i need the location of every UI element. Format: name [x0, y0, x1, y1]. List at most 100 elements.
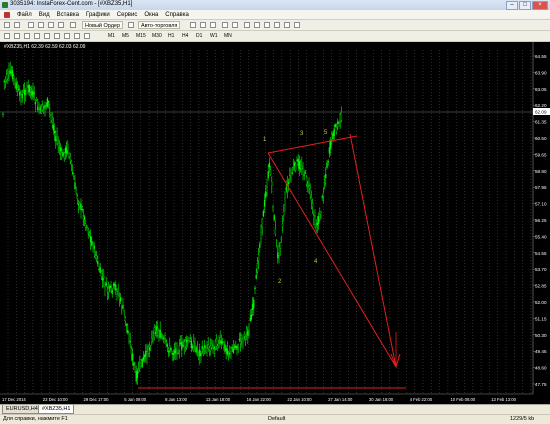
candle — [337, 121, 339, 124]
candle — [100, 271, 103, 277]
timeframe-m15[interactable]: M15 — [136, 33, 146, 39]
candle — [199, 349, 201, 357]
fibo-icon[interactable] — [54, 33, 60, 39]
new-order-button[interactable]: Новый Ордер — [82, 21, 124, 29]
timeframe-d1[interactable]: D1 — [196, 33, 202, 39]
menu-help[interactable]: Справка — [165, 12, 189, 18]
line-icon[interactable] — [34, 33, 40, 39]
auto-scroll-icon[interactable] — [264, 22, 270, 28]
metaeditor-icon[interactable] — [128, 22, 134, 28]
candle — [190, 340, 193, 348]
candle — [290, 170, 292, 176]
terminal-icon[interactable] — [58, 22, 64, 28]
new-chart-icon[interactable] — [4, 22, 10, 28]
candle — [268, 162, 271, 168]
timeframe-m30[interactable]: M30 — [152, 33, 162, 39]
candle — [104, 286, 106, 289]
vertical-line-icon[interactable] — [24, 33, 30, 39]
candle — [279, 242, 281, 249]
candle — [202, 350, 205, 355]
menu-tools[interactable]: Сервис — [117, 12, 138, 18]
menu-charts[interactable]: Графики — [86, 12, 110, 18]
menu-view[interactable]: Вид — [39, 12, 50, 18]
candle — [133, 362, 135, 366]
timeframe-h1[interactable]: H1 — [168, 33, 174, 39]
candle — [197, 352, 200, 354]
candle — [269, 169, 272, 175]
timeframe-mn[interactable]: MN — [224, 33, 232, 39]
candle — [23, 89, 26, 96]
price-label: 52.85 — [535, 284, 547, 289]
candle — [325, 173, 327, 178]
candle — [139, 362, 141, 364]
tester-icon[interactable] — [70, 22, 76, 28]
candle — [183, 341, 185, 348]
timeframe-m5[interactable]: M5 — [122, 33, 129, 39]
market-watch-icon[interactable] — [28, 22, 34, 28]
crosshair-icon[interactable] — [14, 33, 20, 39]
auto-trading-button[interactable]: Авто-торговля — [138, 21, 181, 29]
menu-window[interactable]: Окна — [144, 12, 158, 18]
candle — [327, 160, 329, 163]
zoom-in-icon[interactable] — [222, 22, 228, 28]
candle — [46, 98, 49, 107]
candle — [285, 187, 287, 191]
data-window-icon[interactable] — [38, 22, 44, 28]
candle — [41, 104, 44, 111]
cursor-icon[interactable] — [4, 33, 10, 39]
candle — [155, 326, 158, 331]
text-icon[interactable] — [64, 33, 70, 39]
chart-canvas[interactable]: 1 2 3 4 5 #XBZ35,H1 62.39 62.59 62.03 62… — [0, 42, 550, 404]
trend-line-upper[interactable] — [267, 135, 358, 154]
arrows-icon[interactable] — [84, 33, 90, 39]
candle — [278, 246, 280, 256]
candle — [224, 344, 226, 352]
price-label: 63.90 — [535, 70, 547, 75]
candle — [259, 244, 261, 248]
price-chart[interactable]: 1 2 3 4 5 #XBZ35,H1 62.39 62.59 62.03 62… — [0, 42, 550, 404]
candle — [163, 337, 165, 340]
candle — [231, 346, 233, 349]
candle — [323, 183, 326, 185]
menu-insert[interactable]: Вставка — [57, 12, 79, 18]
navigator-icon[interactable] — [48, 22, 54, 28]
tab-xbz35-h1[interactable]: #XBZ35,H1 — [38, 405, 75, 414]
minimize-icon[interactable]: – — [506, 1, 518, 10]
trend-line-drop[interactable] — [267, 152, 397, 368]
time-label: 13 Jan 18:00 — [206, 397, 231, 402]
candle-chart-icon[interactable] — [200, 22, 206, 28]
candle — [4, 79, 7, 82]
maximize-icon[interactable]: □ — [519, 1, 531, 10]
candle — [184, 339, 187, 347]
templates-icon[interactable] — [294, 22, 300, 28]
profiles-icon[interactable] — [14, 22, 20, 28]
tab-eurusd-h4[interactable]: EURUSD,H4 — [2, 405, 42, 414]
candle — [62, 152, 64, 156]
line-chart-icon[interactable] — [210, 22, 216, 28]
timeframe-h4[interactable]: H4 — [182, 33, 188, 39]
close-icon[interactable]: × — [532, 1, 548, 10]
candle — [296, 159, 298, 161]
candle — [17, 88, 20, 91]
periods-icon[interactable] — [284, 22, 290, 28]
zoom-out-icon[interactable] — [232, 22, 238, 28]
timeframe-m1[interactable]: M1 — [108, 33, 115, 39]
candle — [303, 174, 305, 176]
channel-icon[interactable] — [44, 33, 50, 39]
indicators-icon[interactable] — [274, 22, 280, 28]
candle — [173, 350, 176, 354]
candle — [26, 85, 28, 91]
candle — [115, 285, 117, 291]
candle — [149, 347, 152, 349]
label-icon[interactable] — [74, 33, 80, 39]
candle — [58, 147, 61, 149]
menu-file[interactable]: Файл — [17, 12, 32, 18]
window-title: 3035194: InstaForex-Cent.com - [#XBZ35,H… — [10, 1, 133, 7]
candle — [272, 206, 274, 208]
bar-chart-icon[interactable] — [190, 22, 196, 28]
candle — [219, 337, 221, 341]
tile-windows-icon[interactable] — [244, 22, 250, 28]
timeframe-w1[interactable]: W1 — [210, 33, 218, 39]
time-label: 23 Dec 10:00 — [43, 397, 69, 402]
chart-shift-icon[interactable] — [254, 22, 260, 28]
